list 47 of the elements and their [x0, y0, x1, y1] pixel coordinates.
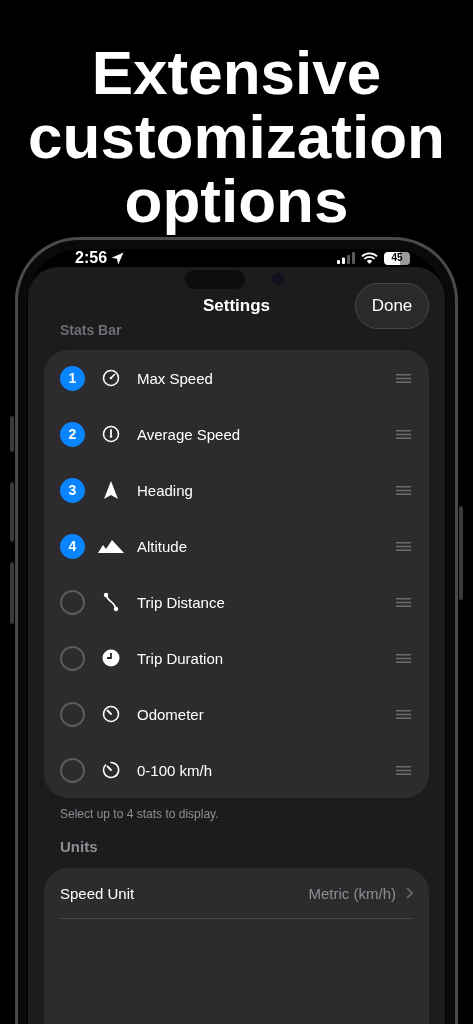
stat-label: Heading	[137, 481, 194, 499]
section-header: Units	[60, 838, 99, 856]
chevron-icon	[406, 887, 413, 899]
selection-circle[interactable]	[60, 757, 85, 783]
drag-handle-icon[interactable]	[396, 485, 411, 495]
route-icon	[103, 592, 119, 612]
drag-handle-icon[interactable]	[396, 765, 411, 775]
mountains-icon	[98, 539, 124, 553]
stat-label: Average Speed	[137, 425, 242, 443]
stat-label: Trip Distance	[137, 593, 226, 611]
stat-label: Altitude	[137, 537, 189, 555]
gauge-icon	[102, 705, 120, 723]
timer-icon	[102, 761, 120, 779]
drag-handle-icon[interactable]	[396, 597, 411, 607]
selection-circle[interactable]: 2	[60, 421, 85, 447]
stat-label: 0-100 km/h	[137, 761, 214, 779]
speedometer-icon	[102, 369, 120, 387]
drag-handle-icon[interactable]	[396, 653, 411, 663]
battery-level: 45	[384, 251, 410, 265]
navigation-arrow-icon	[103, 480, 119, 500]
drag-handle-icon[interactable]	[396, 373, 411, 383]
drag-handle-icon[interactable]	[396, 541, 411, 551]
stat-label: Trip Duration	[137, 649, 225, 667]
selection-circle[interactable]	[60, 589, 85, 615]
drag-handle-icon[interactable]	[396, 429, 411, 439]
unit-label: Speed Unit	[60, 884, 136, 902]
section-footer: Select up to 4 stats to display.	[60, 807, 429, 821]
selection-circle[interactable]: 3	[60, 477, 85, 503]
unit-row[interactable]: Speed Unit Metric (km/h)	[60, 868, 413, 919]
drag-handle-icon[interactable]	[396, 709, 411, 719]
location-arrow-icon	[111, 251, 125, 265]
selection-circle[interactable]	[60, 645, 85, 671]
sheet-title: Settings	[202, 296, 271, 316]
stat-label: Odometer	[137, 705, 205, 723]
selection-circle[interactable]: 4	[60, 533, 85, 559]
status-time: 2:56	[75, 249, 108, 267]
unit-value: Metric (km/h)	[308, 884, 396, 902]
section-header: Stats Bar	[60, 322, 123, 338]
signal-icon	[337, 252, 355, 264]
wifi-icon	[361, 252, 378, 264]
selection-circle[interactable]	[60, 701, 85, 727]
clock-icon	[102, 649, 120, 667]
selection-circle[interactable]: 1	[60, 365, 85, 391]
headline: Extensive customization options	[27, 37, 446, 237]
done-button[interactable]: Done	[355, 283, 429, 329]
gauge-icon	[102, 425, 120, 443]
stat-label: Max Speed	[137, 369, 214, 387]
